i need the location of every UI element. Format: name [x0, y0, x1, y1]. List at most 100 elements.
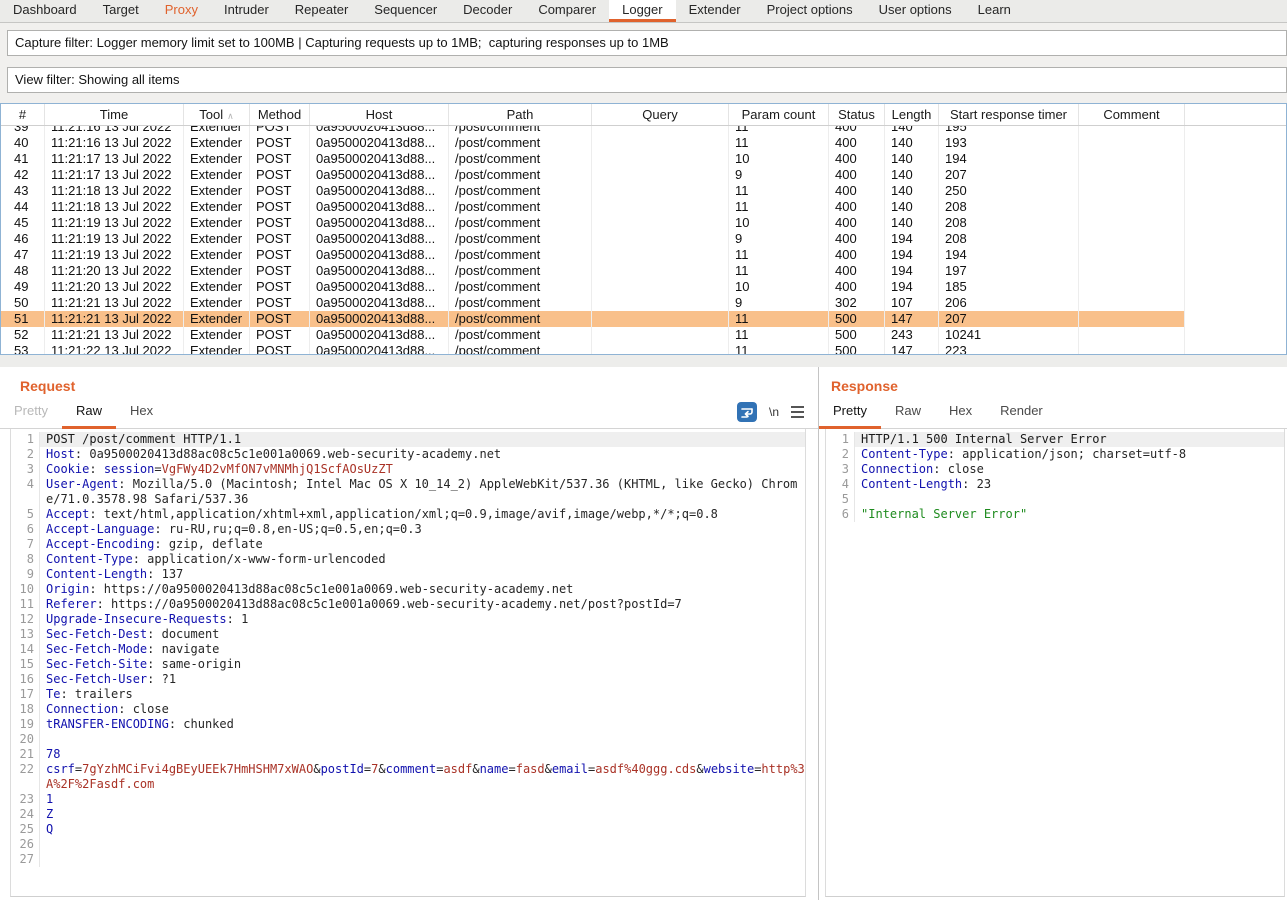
view-filter-bar[interactable]: View filter: Showing all items [7, 67, 1287, 93]
request-tab-raw[interactable]: Raw [62, 403, 116, 429]
table-row[interactable]: 4911:21:20 13 Jul 2022ExtenderPOST0a9500… [1, 279, 1286, 295]
cell-tool: Extender [184, 151, 250, 167]
response-tab-pretty[interactable]: Pretty [819, 403, 881, 429]
table-row[interactable]: 5011:21:21 13 Jul 2022ExtenderPOST0a9500… [1, 295, 1286, 311]
cell-length: 140 [885, 135, 939, 151]
burp-logger-window: DashboardTargetProxyIntruderRepeaterSequ… [0, 0, 1287, 900]
line-content: Content-Type: application/x-www-form-url… [39, 552, 805, 567]
cell-query [592, 263, 729, 279]
column-header-start-response-timer[interactable]: Start response timer [939, 104, 1079, 125]
tab-extender[interactable]: Extender [676, 0, 754, 22]
column-header-path[interactable]: Path [449, 104, 592, 125]
column-header-time[interactable]: Time [45, 104, 184, 125]
editor-line: 5Accept: text/html,application/xhtml+xml… [11, 507, 805, 522]
table-row[interactable]: 5111:21:21 13 Jul 2022ExtenderPOST0a9500… [1, 311, 1286, 327]
line-number: 24 [11, 807, 39, 822]
line-number: 2 [11, 447, 39, 462]
line-content: Sec-Fetch-User: ?1 [39, 672, 805, 687]
tab-target[interactable]: Target [90, 0, 152, 22]
table-row[interactable]: 4011:21:16 13 Jul 2022ExtenderPOST0a9500… [1, 135, 1286, 151]
splitter-handle[interactable] [0, 355, 1287, 367]
line-content [854, 492, 1284, 507]
cell-comment [1079, 215, 1185, 231]
table-row[interactable]: 3911:21:16 13 Jul 2022ExtenderPOST0a9500… [1, 126, 1286, 135]
editor-line: 11Referer: https://0a9500020413d88ac08c5… [11, 597, 805, 612]
response-tab-raw[interactable]: Raw [881, 403, 935, 429]
table-row[interactable]: 4111:21:17 13 Jul 2022ExtenderPOST0a9500… [1, 151, 1286, 167]
tab-decoder[interactable]: Decoder [450, 0, 525, 22]
line-number: 3 [826, 462, 854, 477]
tab-learn[interactable]: Learn [965, 0, 1024, 22]
editor-line: 25Q [11, 822, 805, 837]
editor-line: 16Sec-Fetch-User: ?1 [11, 672, 805, 687]
cell-tool: Extender [184, 215, 250, 231]
request-tab-hex[interactable]: Hex [116, 403, 167, 429]
cell-path: /post/comment [449, 183, 592, 199]
table-row[interactable]: 4711:21:19 13 Jul 2022ExtenderPOST0a9500… [1, 247, 1286, 263]
tab-project-options[interactable]: Project options [754, 0, 866, 22]
cell-filler [1185, 311, 1286, 327]
cell-status: 500 [829, 327, 885, 343]
column-header--[interactable]: # [1, 104, 45, 125]
tab-intruder[interactable]: Intruder [211, 0, 282, 22]
table-row[interactable]: 4511:21:19 13 Jul 2022ExtenderPOST0a9500… [1, 215, 1286, 231]
request-tab-pretty[interactable]: Pretty [0, 403, 62, 429]
table-row[interactable]: 4411:21:18 13 Jul 2022ExtenderPOST0a9500… [1, 199, 1286, 215]
cell-comment [1079, 135, 1185, 151]
editor-line: 8Content-Type: application/x-www-form-ur… [11, 552, 805, 567]
tab-user-options[interactable]: User options [866, 0, 965, 22]
editor-menu-icon[interactable] [791, 406, 804, 418]
column-header-status[interactable]: Status [829, 104, 885, 125]
column-header-length[interactable]: Length [885, 104, 939, 125]
cell-tool: Extender [184, 263, 250, 279]
table-row[interactable]: 4211:21:17 13 Jul 2022ExtenderPOST0a9500… [1, 167, 1286, 183]
table-row[interactable]: 5311:21:22 13 Jul 2022ExtenderPOST0a9500… [1, 343, 1286, 355]
response-editor[interactable]: 1HTTP/1.1 500 Internal Server Error2Cont… [825, 429, 1285, 897]
nonprinting-chars-toggle[interactable]: \n [769, 405, 779, 419]
table-row[interactable]: 4811:21:20 13 Jul 2022ExtenderPOST0a9500… [1, 263, 1286, 279]
tab-comparer[interactable]: Comparer [525, 0, 609, 22]
column-header-query[interactable]: Query [592, 104, 729, 125]
column-header-param-count[interactable]: Param count [729, 104, 829, 125]
line-content: Connection: close [39, 702, 805, 717]
line-number: 5 [11, 507, 39, 522]
word-wrap-toggle-icon[interactable] [737, 402, 757, 422]
tab-dashboard[interactable]: Dashboard [0, 0, 90, 22]
table-row[interactable]: 5211:21:21 13 Jul 2022ExtenderPOST0a9500… [1, 327, 1286, 343]
cell-length: 107 [885, 295, 939, 311]
cell-host: 0a9500020413d88... [310, 311, 449, 327]
cell-filler [1185, 231, 1286, 247]
cell-path: /post/comment [449, 311, 592, 327]
tab-repeater[interactable]: Repeater [282, 0, 361, 22]
request-editor[interactable]: 1POST /post/comment HTTP/1.12Host: 0a950… [10, 429, 806, 897]
cell-host: 0a9500020413d88... [310, 279, 449, 295]
capture-filter-bar[interactable]: Capture filter: Logger memory limit set … [7, 30, 1287, 56]
cell-status: 400 [829, 126, 885, 135]
line-content: Accept-Language: ru-RU,ru;q=0.8,en-US;q=… [39, 522, 805, 537]
response-tab-render[interactable]: Render [986, 403, 1057, 429]
column-header-method[interactable]: Method [250, 104, 310, 125]
line-number: 19 [11, 717, 39, 732]
editor-line: 1HTTP/1.1 500 Internal Server Error [826, 432, 1284, 447]
table-row[interactable]: 4611:21:19 13 Jul 2022ExtenderPOST0a9500… [1, 231, 1286, 247]
column-header-tool[interactable]: Tool∧ [184, 104, 250, 125]
column-header-host[interactable]: Host [310, 104, 449, 125]
cell-params: 11 [729, 311, 829, 327]
cell-method: POST [250, 231, 310, 247]
cell-length: 194 [885, 247, 939, 263]
cell-tool: Extender [184, 126, 250, 135]
cell-length: 140 [885, 183, 939, 199]
editor-line: 6"Internal Server Error" [826, 507, 1284, 522]
cell-params: 10 [729, 215, 829, 231]
tab-proxy[interactable]: Proxy [152, 0, 211, 22]
cell-id: 40 [1, 135, 45, 151]
cell-tool: Extender [184, 343, 250, 355]
column-header-comment[interactable]: Comment [1079, 104, 1185, 125]
line-number: 5 [826, 492, 854, 507]
table-row[interactable]: 4311:21:18 13 Jul 2022ExtenderPOST0a9500… [1, 183, 1286, 199]
cell-id: 47 [1, 247, 45, 263]
tab-sequencer[interactable]: Sequencer [361, 0, 450, 22]
cell-id: 44 [1, 199, 45, 215]
response-tab-hex[interactable]: Hex [935, 403, 986, 429]
tab-logger[interactable]: Logger [609, 0, 675, 22]
